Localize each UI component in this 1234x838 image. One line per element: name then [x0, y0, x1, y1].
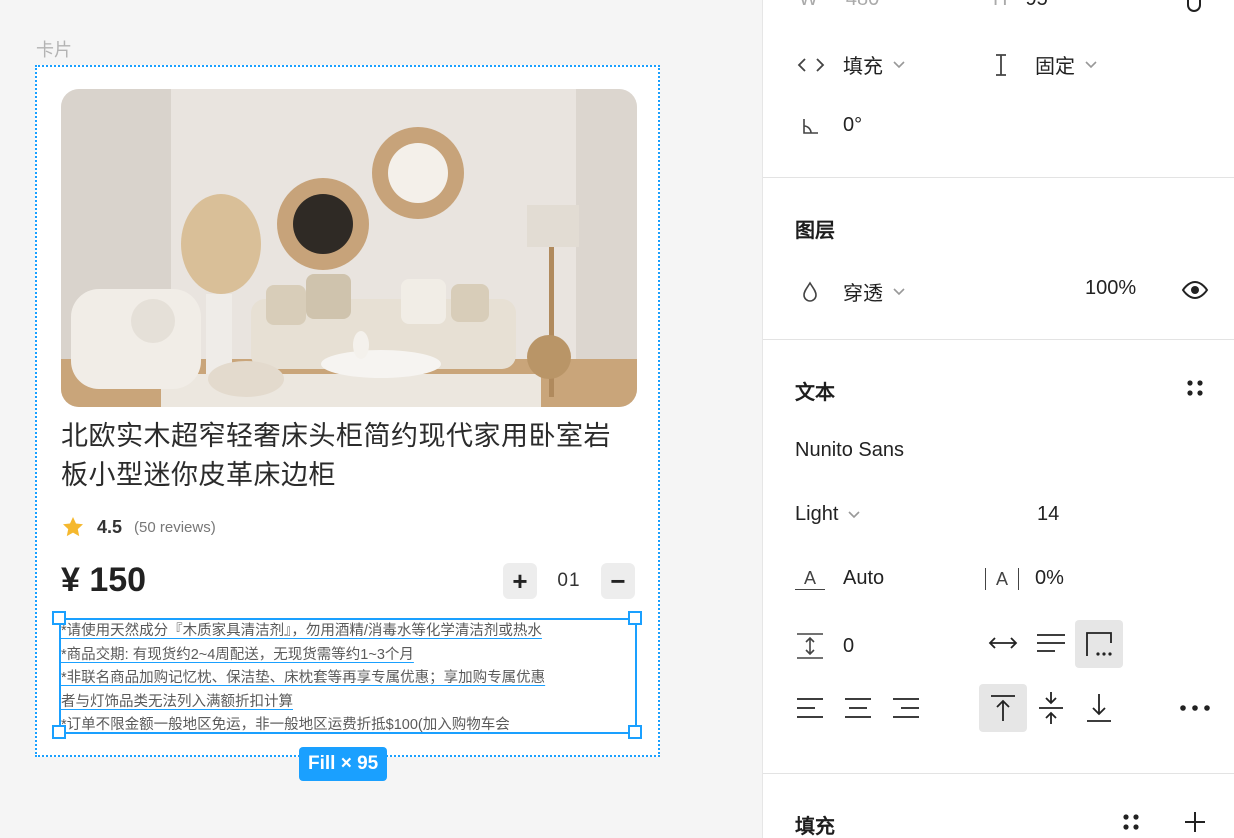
- product-price: ¥ 150: [61, 561, 147, 599]
- opacity-field[interactable]: 100%: [1085, 277, 1136, 300]
- rotation-field[interactable]: 0°: [801, 114, 862, 137]
- style-grid-icon[interactable]: [1185, 378, 1205, 398]
- line-height-value: Auto: [843, 567, 885, 589]
- paragraph-spacing-field[interactable]: 0: [795, 631, 854, 661]
- resize-handle-top-right[interactable]: [628, 611, 642, 625]
- height-label: H: [993, 0, 1007, 11]
- drop-icon: [803, 280, 817, 302]
- fixed-size-icon: [1086, 632, 1112, 656]
- font-weight-value: Light: [795, 503, 839, 525]
- paragraph-spacing-icon: [797, 633, 823, 659]
- divider: [763, 773, 1234, 774]
- rating-score: 4.5: [97, 516, 123, 537]
- quantity-stepper: + 01 −: [503, 563, 635, 599]
- increment-button[interactable]: +: [503, 563, 537, 599]
- code-brackets-icon: [797, 57, 825, 72]
- blend-mode-dropdown[interactable]: 穿透: [801, 277, 905, 306]
- chevron-down-icon: [893, 287, 905, 295]
- review-count: (50 reviews): [134, 518, 216, 536]
- rotation-value: 0°: [843, 114, 863, 136]
- width-value: 480: [846, 0, 879, 11]
- living-room-photo: [61, 89, 637, 407]
- font-family-field[interactable]: Nunito Sans: [795, 439, 904, 462]
- fill-section-title: 填充: [795, 816, 835, 838]
- height-resize-dropdown[interactable]: 固定: [993, 50, 1097, 79]
- card-frame[interactable]: 北欧实木超窄轻奢床头柜简约现代家用卧室岩板小型迷你皮革床边柜 4.5 (50 r…: [35, 65, 660, 781]
- angle-icon: [803, 118, 818, 134]
- letter-spacing-icon: A: [985, 567, 1019, 590]
- align-top-button[interactable]: [979, 684, 1027, 732]
- chevron-down-icon: [1085, 60, 1097, 68]
- line-height-icon: A: [795, 567, 825, 590]
- resize-handle-bottom-right[interactable]: [628, 725, 642, 739]
- align-left-icon[interactable]: [795, 696, 825, 720]
- layer-section-title: 图层: [795, 220, 835, 242]
- resize-handle-top-left[interactable]: [52, 611, 66, 625]
- height-field[interactable]: H 95: [993, 0, 1048, 11]
- decrement-button[interactable]: −: [601, 563, 635, 599]
- chevron-down-icon: [893, 60, 905, 68]
- eye-icon[interactable]: [1181, 278, 1209, 302]
- frame-label[interactable]: 卡片: [36, 36, 72, 62]
- text-cursor-icon: [996, 53, 1006, 76]
- quantity-value: 01: [557, 570, 581, 591]
- height-resize-value: 固定: [1035, 56, 1075, 78]
- width-resize-dropdown[interactable]: 填充: [797, 50, 905, 79]
- width-label: W: [799, 0, 818, 11]
- letter-spacing-value: 0%: [1035, 567, 1064, 589]
- star-icon: [63, 517, 83, 537]
- width-field[interactable]: W 480: [799, 0, 879, 11]
- selection-size-label: Fill × 95: [299, 747, 388, 781]
- auto-height-icon[interactable]: [1035, 632, 1067, 654]
- font-size-field[interactable]: 14: [1037, 503, 1059, 526]
- text-section-title: 文本: [795, 382, 835, 404]
- style-grid-icon[interactable]: [1121, 812, 1141, 832]
- blend-mode-value: 穿透: [843, 283, 883, 305]
- paragraph-spacing-value: 0: [843, 634, 855, 657]
- auto-width-icon[interactable]: [987, 632, 1019, 654]
- letter-spacing-field[interactable]: A 0%: [985, 567, 1064, 590]
- line-height-field[interactable]: A Auto: [795, 567, 884, 590]
- rating-row: 4.5 (50 reviews): [61, 514, 216, 540]
- product-title[interactable]: 北欧实木超窄轻奢床头柜简约现代家用卧室岩板小型迷你皮革床边柜: [61, 417, 621, 495]
- align-bottom-icon[interactable]: [1085, 692, 1113, 724]
- align-top-icon: [991, 695, 1015, 721]
- divider: [763, 339, 1234, 340]
- width-resize-value: 填充: [843, 56, 883, 78]
- resize-handle-bottom-left[interactable]: [52, 725, 66, 739]
- constrain-proportions-icon[interactable]: [1186, 0, 1202, 14]
- align-right-icon[interactable]: [891, 696, 921, 720]
- add-fill-icon[interactable]: [1183, 810, 1207, 834]
- selection-box: [59, 618, 637, 734]
- align-middle-icon[interactable]: [1037, 690, 1065, 726]
- font-weight-dropdown[interactable]: Light: [795, 503, 860, 526]
- design-canvas[interactable]: 卡片 北欧实木超窄轻奢床头柜简约现代家用卧室岩板小型迷你皮革床边柜 4.5 (5…: [0, 0, 762, 838]
- product-image[interactable]: [61, 89, 637, 407]
- more-options-icon[interactable]: [1179, 702, 1211, 714]
- divider: [763, 177, 1234, 178]
- height-value: 95: [1025, 0, 1047, 11]
- chevron-down-icon: [848, 510, 860, 518]
- align-center-icon[interactable]: [843, 696, 873, 720]
- fixed-size-button[interactable]: [1075, 620, 1123, 668]
- properties-panel: W 480 H 95 填充 固定 0° 图层 穿透: [762, 0, 1234, 838]
